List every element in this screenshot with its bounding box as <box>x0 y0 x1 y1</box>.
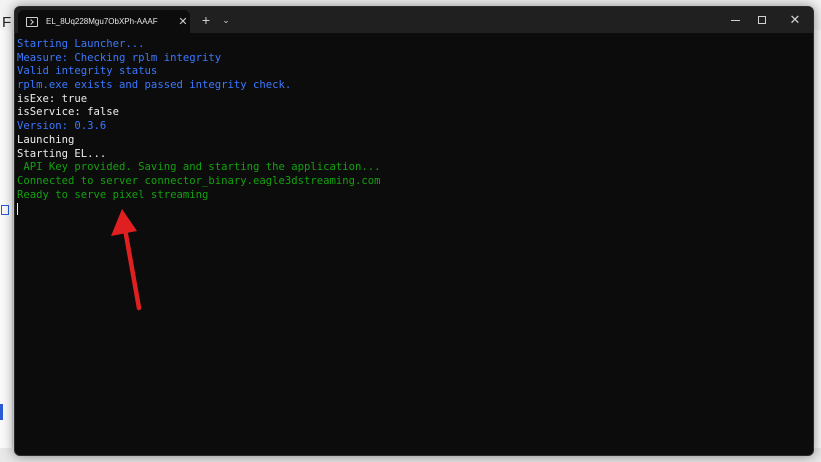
terminal-line: Measure: Checking rplm integrity <box>17 51 222 64</box>
minimize-button[interactable] <box>725 10 745 30</box>
maximize-icon <box>758 16 766 24</box>
minimize-icon <box>730 19 740 21</box>
terminal-line: isService: false <box>17 106 120 119</box>
title-bar[interactable]: EL_8Uq228Mgu7ObXPh-AAAF ✕ + ⌄ ✕ <box>15 7 813 33</box>
tab-close-button[interactable]: ✕ <box>176 15 190 28</box>
terminal-tab[interactable]: EL_8Uq228Mgu7ObXPh-AAAF ✕ <box>18 10 190 33</box>
terminal-line: Valid integrity status <box>17 65 158 78</box>
terminal-icon <box>26 16 38 27</box>
terminal-line: Connected to server connector_binary.eag… <box>17 174 381 187</box>
background-text-fragment: F <box>2 14 12 31</box>
maximize-button[interactable] <box>752 10 772 30</box>
terminal-window: EL_8Uq228Mgu7ObXPh-AAAF ✕ + ⌄ ✕ Starting… <box>14 6 814 456</box>
terminal-line: Ready to serve pixel streaming <box>17 188 209 201</box>
terminal-line: API Key provided. Saving and starting th… <box>17 161 381 174</box>
background-accent-bar <box>0 404 3 420</box>
background-left-panel <box>0 30 13 462</box>
terminal-line: Starting EL... <box>17 147 107 160</box>
tab-title: EL_8Uq228Mgu7ObXPh-AAAF <box>46 17 158 26</box>
new-tab-button[interactable]: + <box>197 10 215 30</box>
terminal-line: isExe: true <box>17 92 88 105</box>
terminal-line: Version: 0.3.6 <box>17 120 107 133</box>
text-cursor <box>17 203 18 216</box>
chevron-down-icon[interactable]: ⌄ <box>219 10 233 30</box>
document-icon <box>1 205 9 215</box>
terminal-line: Launching <box>17 133 75 146</box>
close-button[interactable]: ✕ <box>785 10 805 30</box>
terminal-line: Starting Launcher... <box>17 38 145 50</box>
terminal-output[interactable]: Starting Launcher... Measure: Checking r… <box>17 38 381 216</box>
terminal-line: rplm.exe exists and passed integrity che… <box>17 79 292 92</box>
